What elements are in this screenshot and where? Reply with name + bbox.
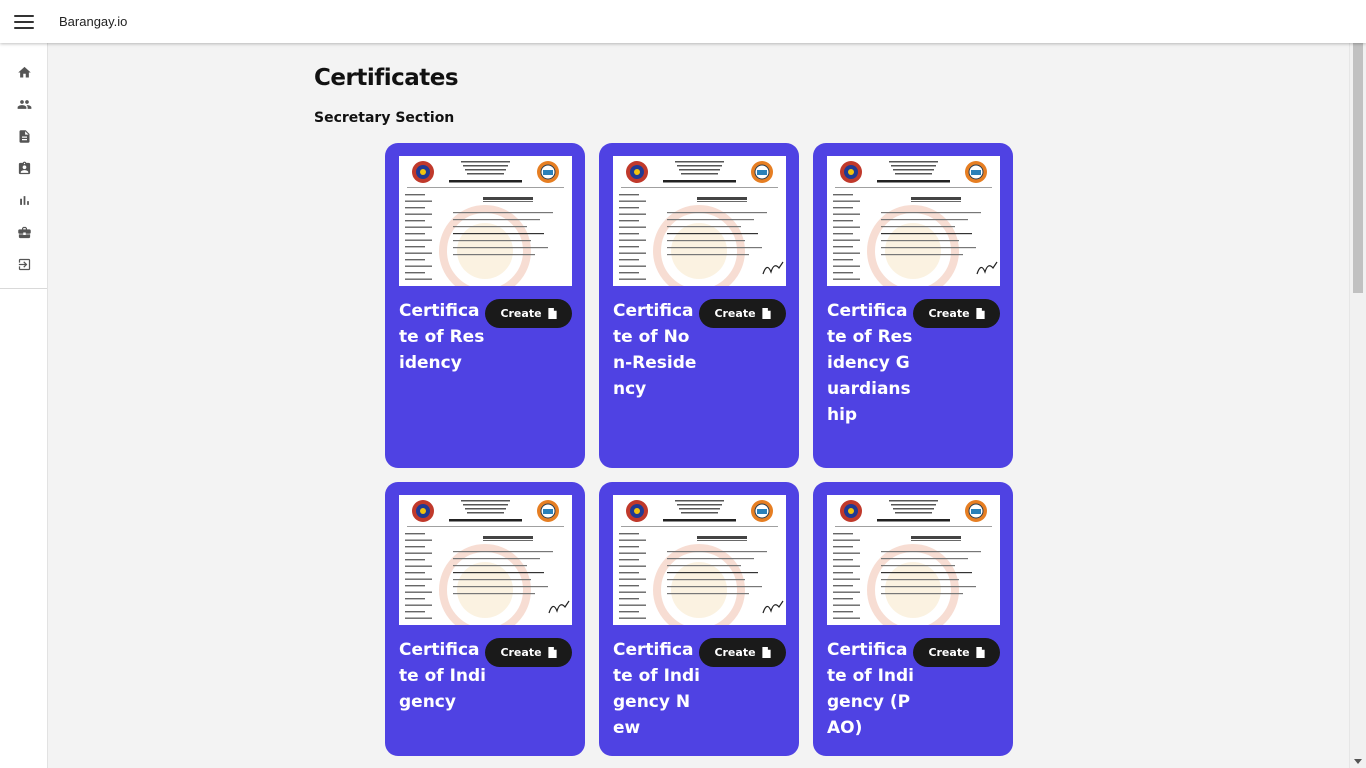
create-button-label: Create [714,307,756,320]
certificate-document-graphic [405,500,570,625]
logout-icon [18,258,30,270]
create-button-label: Create [714,646,756,659]
certificate-title: Certificate of Indigency [399,640,486,712]
scroll-down-arrow-icon[interactable] [1354,759,1362,764]
create-button[interactable]: Create [699,638,786,667]
certificate-card: Certificate of Non-Residency Create [599,143,799,468]
certificate-document-graphic [619,161,784,286]
create-button[interactable]: Create [913,299,1000,328]
certificate-document-graphic [619,500,784,625]
scrollbar-thumb[interactable] [1353,43,1363,293]
create-button-label: Create [500,646,542,659]
document-icon [19,129,29,143]
certificate-card: Certificate of Indigency New Create [599,482,799,756]
sidebar [0,43,48,768]
create-button[interactable]: Create [699,299,786,328]
certificate-preview-image [399,156,572,286]
sidebar-item-blotter[interactable] [0,152,48,184]
sidebar-item-reports[interactable] [0,184,48,216]
people-icon [17,99,31,109]
certificate-card: Certificate of Indigency Create [385,482,585,756]
app-brand[interactable]: Barangay.io [59,14,127,29]
certificate-card: Certificate of Indigency (PAO) Create [813,482,1013,756]
create-button-label: Create [500,307,542,320]
file-icon [761,647,771,658]
certificate-title: Certificate of Indigency (PAO) [827,640,914,738]
sidebar-item-certificates[interactable] [0,120,48,152]
section-title: Secretary Section [314,110,455,126]
certificate-title: Certificate of Residency Guardianship [827,301,913,425]
bar-chart-icon [19,195,29,205]
certificate-preview-image [399,495,572,625]
main-content: Certificates Secretary Section Certifica… [48,43,1349,768]
certificate-title: Certificate of Residency [399,301,485,373]
certificate-grid: Certificate of Residency Create Certific… [385,143,1013,756]
file-icon [975,647,985,658]
create-button[interactable]: Create [485,638,572,667]
create-button[interactable]: Create [485,299,572,328]
certificate-preview-image [613,156,786,286]
certificate-preview-image [613,495,786,625]
sidebar-item-home[interactable] [0,56,48,88]
create-button[interactable]: Create [913,638,1000,667]
certificate-title: Certificate of Non-Residency [613,301,697,399]
home-icon [17,66,31,77]
create-button-label: Create [928,646,970,659]
clipboard-user-icon [18,161,30,174]
sidebar-item-logout[interactable] [0,248,48,280]
page-title: Certificates [314,65,459,91]
file-icon [975,308,985,319]
file-icon [547,647,557,658]
certificate-document-graphic [405,161,564,286]
certificate-preview-image [827,156,1000,286]
create-button-label: Create [928,307,970,320]
briefcase-icon [17,226,31,238]
certificate-preview-image [827,495,1000,625]
file-icon [547,308,557,319]
menu-icon[interactable] [14,14,34,29]
top-app-bar: Barangay.io [0,0,1366,43]
certificate-document-graphic [833,161,998,286]
file-icon [761,308,771,319]
certificate-title: Certificate of Indigency New [613,640,700,738]
certificate-card: Certificate of Residency Guardianship Cr… [813,143,1013,468]
sidebar-item-residents[interactable] [0,88,48,120]
certificate-document-graphic [833,500,992,625]
vertical-scrollbar[interactable] [1349,43,1366,768]
sidebar-item-business[interactable] [0,216,48,248]
certificate-card: Certificate of Residency Create [385,143,585,468]
